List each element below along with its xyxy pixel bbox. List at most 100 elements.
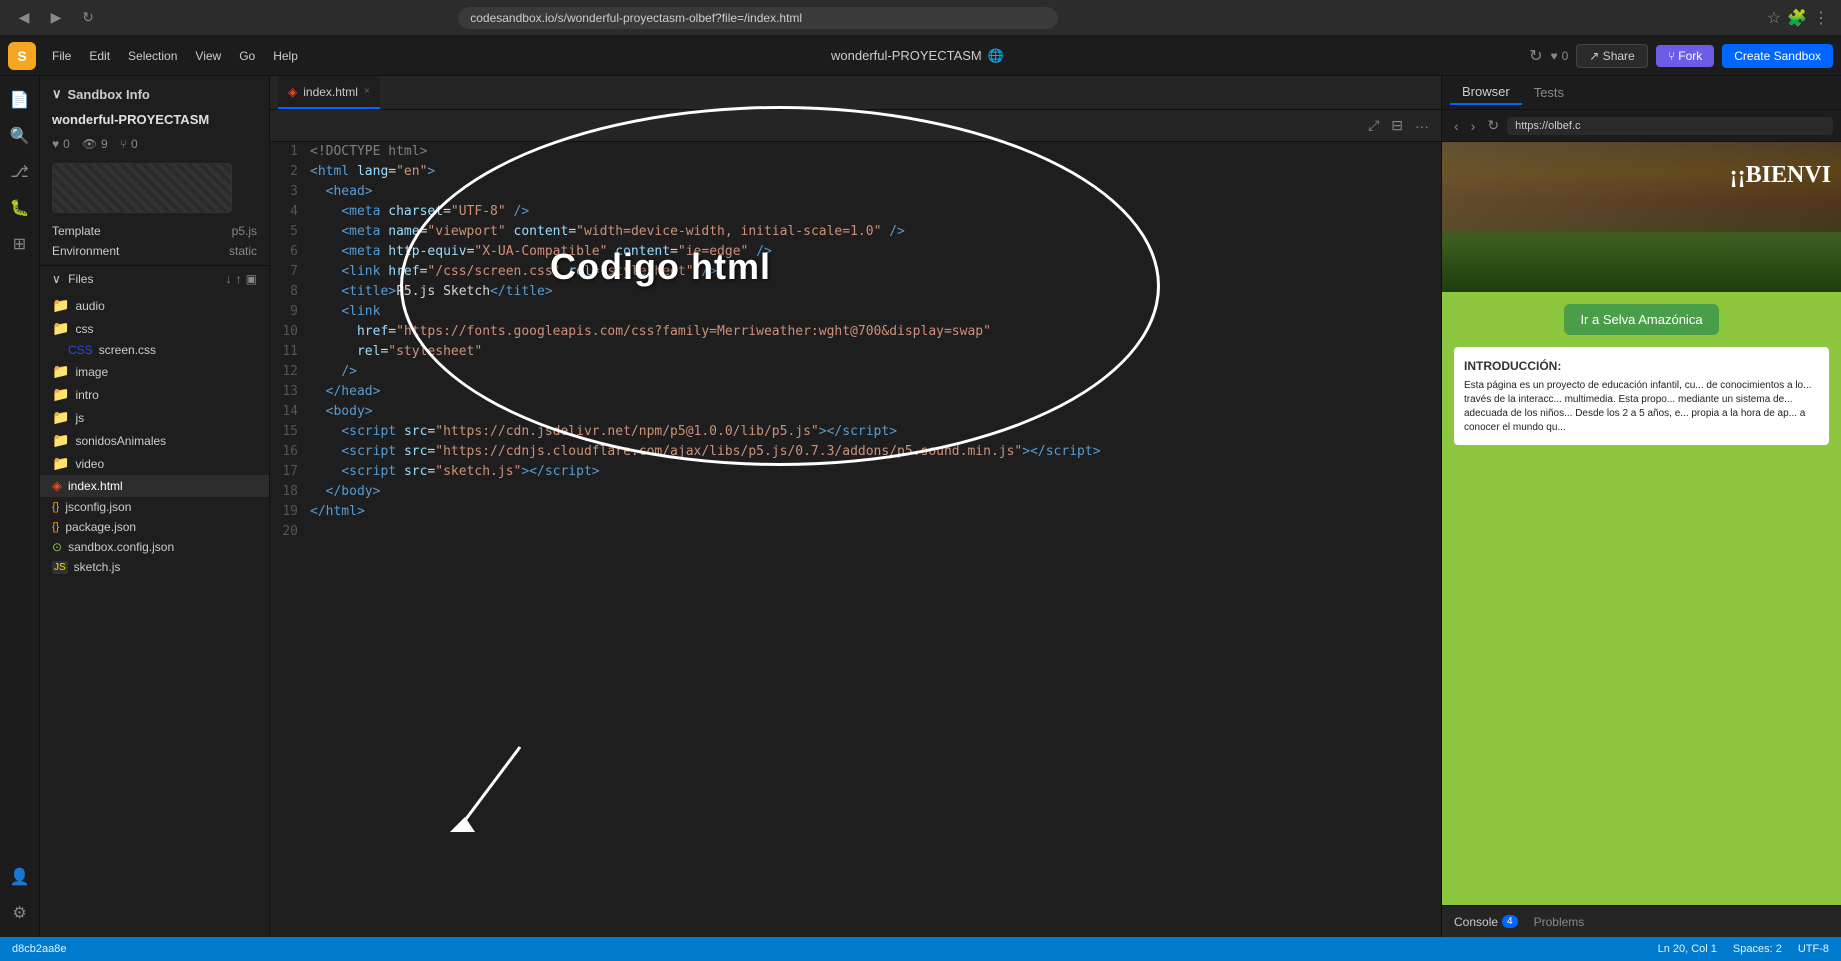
bug-icon[interactable]: 🐛 (4, 192, 36, 224)
fork-button[interactable]: ⑂ Fork (1656, 45, 1715, 67)
folder-video[interactable]: 📁 video (40, 452, 269, 475)
code-line-3: 3 <head> (270, 182, 1441, 202)
project-title: wonderful-PROYECTASM 🌐 (314, 48, 1521, 64)
folder-js-label: js (75, 411, 84, 425)
console-label: Console (1454, 915, 1498, 929)
bottom-right: Ln 20, Col 1 Spaces: 2 UTF-8 (1658, 943, 1829, 955)
share-button[interactable]: ↗ Share (1576, 44, 1647, 68)
address-bar[interactable] (458, 7, 1058, 29)
extensions-icon[interactable]: ⊞ (4, 228, 36, 260)
code-line-17: 17 <script src="sketch.js"></script> (270, 462, 1441, 482)
tab-close-button[interactable]: × (364, 86, 370, 97)
folder-icon: 📁 (52, 297, 69, 314)
folder-sonidos[interactable]: 📁 sonidosAnimales (40, 429, 269, 452)
file-sketch-js-label: sketch.js (74, 560, 121, 574)
menu-edit[interactable]: Edit (81, 45, 118, 67)
main-layout: 📄 🔍 ⎇ 🐛 ⊞ 👤 ⚙ ∨ Sandbox Info wonderful-P… (0, 76, 1841, 937)
chevron-down-icon: ∨ (52, 86, 62, 102)
file-package-json[interactable]: {} package.json (40, 517, 269, 537)
file-screen-css-label: screen.css (99, 343, 156, 357)
create-sandbox-button[interactable]: Create Sandbox (1722, 44, 1833, 68)
tab-file-name: index.html (303, 85, 358, 99)
json-file-icon: {} (52, 501, 59, 513)
hash-value: d8cb2aa8e (12, 943, 66, 955)
tab-browser[interactable]: Browser (1450, 80, 1522, 105)
template-row: Template p5.js (40, 221, 269, 241)
folder-intro-label: intro (75, 388, 98, 402)
heart-stat-icon: ♥ (52, 137, 59, 151)
code-line-19: 19 </html> (270, 502, 1441, 522)
collapse-files-button[interactable]: ↓ (226, 272, 232, 286)
menu-help[interactable]: Help (265, 45, 306, 67)
files-title: Files (68, 272, 93, 286)
folder-icon: 📁 (52, 455, 69, 472)
preview-back-button[interactable]: ‹ (1450, 114, 1463, 138)
folder-intro[interactable]: 📁 intro (40, 383, 269, 406)
preview-intro: Introducción: Esta página es un proyecto… (1454, 347, 1829, 445)
search-icon[interactable]: 🔍 (4, 120, 36, 152)
expand-editor-button[interactable]: ⤢ (1364, 113, 1383, 138)
bookmark-button[interactable]: ☆ (1767, 8, 1781, 28)
more-button[interactable]: ⋮ (1813, 8, 1829, 28)
folder-css[interactable]: 📁 css (40, 317, 269, 340)
refresh-button[interactable]: ↻ (76, 6, 100, 30)
more-editor-button[interactable]: ··· (1411, 114, 1433, 138)
code-line-4: 4 <meta charset="UTF-8" /> (270, 202, 1441, 222)
editor-area: ◈ index.html × ⤢ ⊟ ··· 1 <!DOCTYPE html>… (270, 76, 1441, 937)
project-stats: ♥ 0 👁 9 ⑂ 0 (40, 135, 269, 159)
spaces-item: Spaces: 2 (1733, 943, 1782, 955)
file-sketch-js[interactable]: JS sketch.js (40, 557, 269, 577)
special-file-icon: ⊙ (52, 540, 62, 554)
extensions-button[interactable]: 🧩 (1787, 8, 1807, 28)
files-icon[interactable]: 📄 (4, 84, 36, 116)
fork-count: 0 (131, 137, 138, 151)
environment-label: Environment (52, 244, 119, 258)
folder-icon: 📁 (52, 409, 69, 426)
tab-tests[interactable]: Tests (1522, 81, 1576, 104)
user-icon[interactable]: 👤 (4, 861, 36, 893)
fork-stat: ⑂ 0 (120, 137, 138, 151)
problems-tab[interactable]: Problems (1534, 915, 1585, 929)
forward-button[interactable]: ▶ (44, 6, 68, 30)
file-sandbox-config[interactable]: ⊙ sandbox.config.json (40, 537, 269, 557)
expand-files-button[interactable]: ↑ (236, 272, 242, 286)
menu-go[interactable]: Go (231, 45, 263, 67)
folder-css-label: css (75, 322, 93, 336)
back-button[interactable]: ◀ (12, 6, 36, 30)
git-icon[interactable]: ⎇ (4, 156, 36, 188)
folder-js[interactable]: 📁 js (40, 406, 269, 429)
code-editor[interactable]: 1 <!DOCTYPE html> 2 <html lang="en"> 3 <… (270, 142, 1441, 937)
app-header: S File Edit Selection View Go Help wonde… (0, 36, 1841, 76)
folder-audio[interactable]: 📁 audio (40, 294, 269, 317)
preview-intro-text: Esta página es un proyecto de educación … (1464, 379, 1819, 435)
menu-file[interactable]: File (44, 45, 79, 67)
app-logo: S (8, 42, 36, 70)
settings-icon[interactable]: ⚙ (4, 897, 36, 929)
console-bar: Console 4 Problems (1442, 905, 1841, 937)
file-screen-css[interactable]: CSS screen.css (40, 340, 269, 360)
split-editor-button[interactable]: ⊟ (1387, 113, 1407, 138)
code-line-7: 7 <link href="/css/screen.css" rel="styl… (270, 262, 1441, 282)
spaces-value: Spaces: 2 (1733, 943, 1782, 955)
code-line-11: 11 rel="stylesheet" (270, 342, 1441, 362)
preview-content: ¡¡BIENVI Ir a Selva Amazónica Introducci… (1442, 142, 1841, 905)
files-section-label: ∨ Files (52, 272, 93, 286)
menu-selection[interactable]: Selection (120, 45, 185, 67)
file-index-html[interactable]: ◈ index.html (40, 475, 269, 497)
preview-refresh-button[interactable]: ↻ (1483, 113, 1503, 138)
preview-url-bar[interactable] (1507, 117, 1833, 135)
files-section-header: ∨ Files ↓ ↑ ▣ (40, 265, 269, 290)
folder-image[interactable]: 📁 image (40, 360, 269, 383)
amazon-button[interactable]: Ir a Selva Amazónica (1564, 304, 1718, 335)
chevron-files-icon: ∨ (52, 272, 61, 286)
add-file-button[interactable]: ▣ (246, 272, 257, 286)
tab-index-html[interactable]: ◈ index.html × (278, 76, 380, 109)
file-sandbox-config-label: sandbox.config.json (68, 540, 174, 554)
refresh-icon-btn[interactable]: ↻ (1529, 46, 1542, 66)
console-tab[interactable]: Console 4 (1454, 915, 1518, 929)
preview-forward-button[interactable]: › (1467, 114, 1480, 138)
preview-image-top: ¡¡BIENVI (1442, 142, 1841, 292)
file-jsconfig[interactable]: {} jsconfig.json (40, 497, 269, 517)
menu-view[interactable]: View (187, 45, 229, 67)
menu-bar: File Edit Selection View Go Help (44, 45, 306, 67)
